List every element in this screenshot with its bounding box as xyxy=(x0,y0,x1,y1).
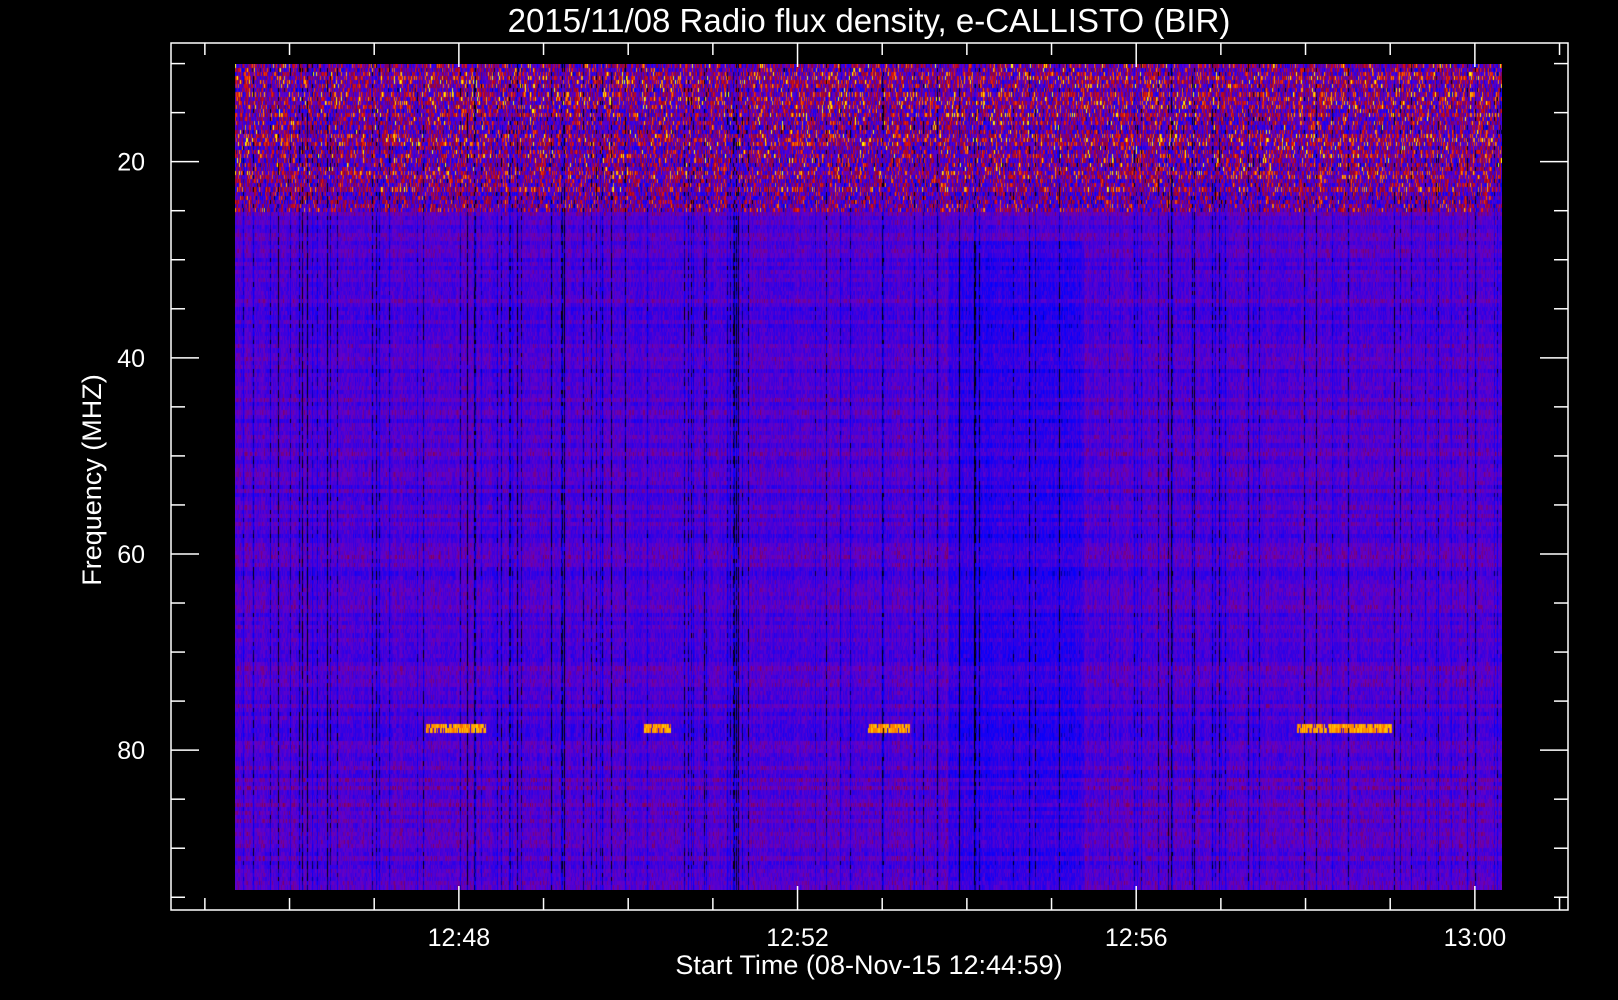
x-tick-label: 12:56 xyxy=(1105,924,1168,952)
y-tick-label: 20 xyxy=(117,149,145,177)
chart-title: 2015/11/08 Radio flux density, e-CALLIST… xyxy=(508,2,1231,39)
y-tick-label: 60 xyxy=(117,541,145,569)
y-axis-label: Frequency (MHZ) xyxy=(77,374,107,586)
plot-frame xyxy=(170,42,1569,911)
x-tick-label: 12:52 xyxy=(766,924,829,952)
x-axis-label: Start Time (08-Nov-15 12:44:59) xyxy=(675,950,1062,980)
x-tick-label: 13:00 xyxy=(1444,924,1507,952)
x-tick-label: 12:48 xyxy=(428,924,491,952)
y-tick-label: 40 xyxy=(117,345,145,373)
chart-axes: 12:48 12:52 12:56 13:00 20 40 60 80 2015/11/08 … xyxy=(77,2,1569,980)
y-tick-label: 80 xyxy=(117,737,145,765)
